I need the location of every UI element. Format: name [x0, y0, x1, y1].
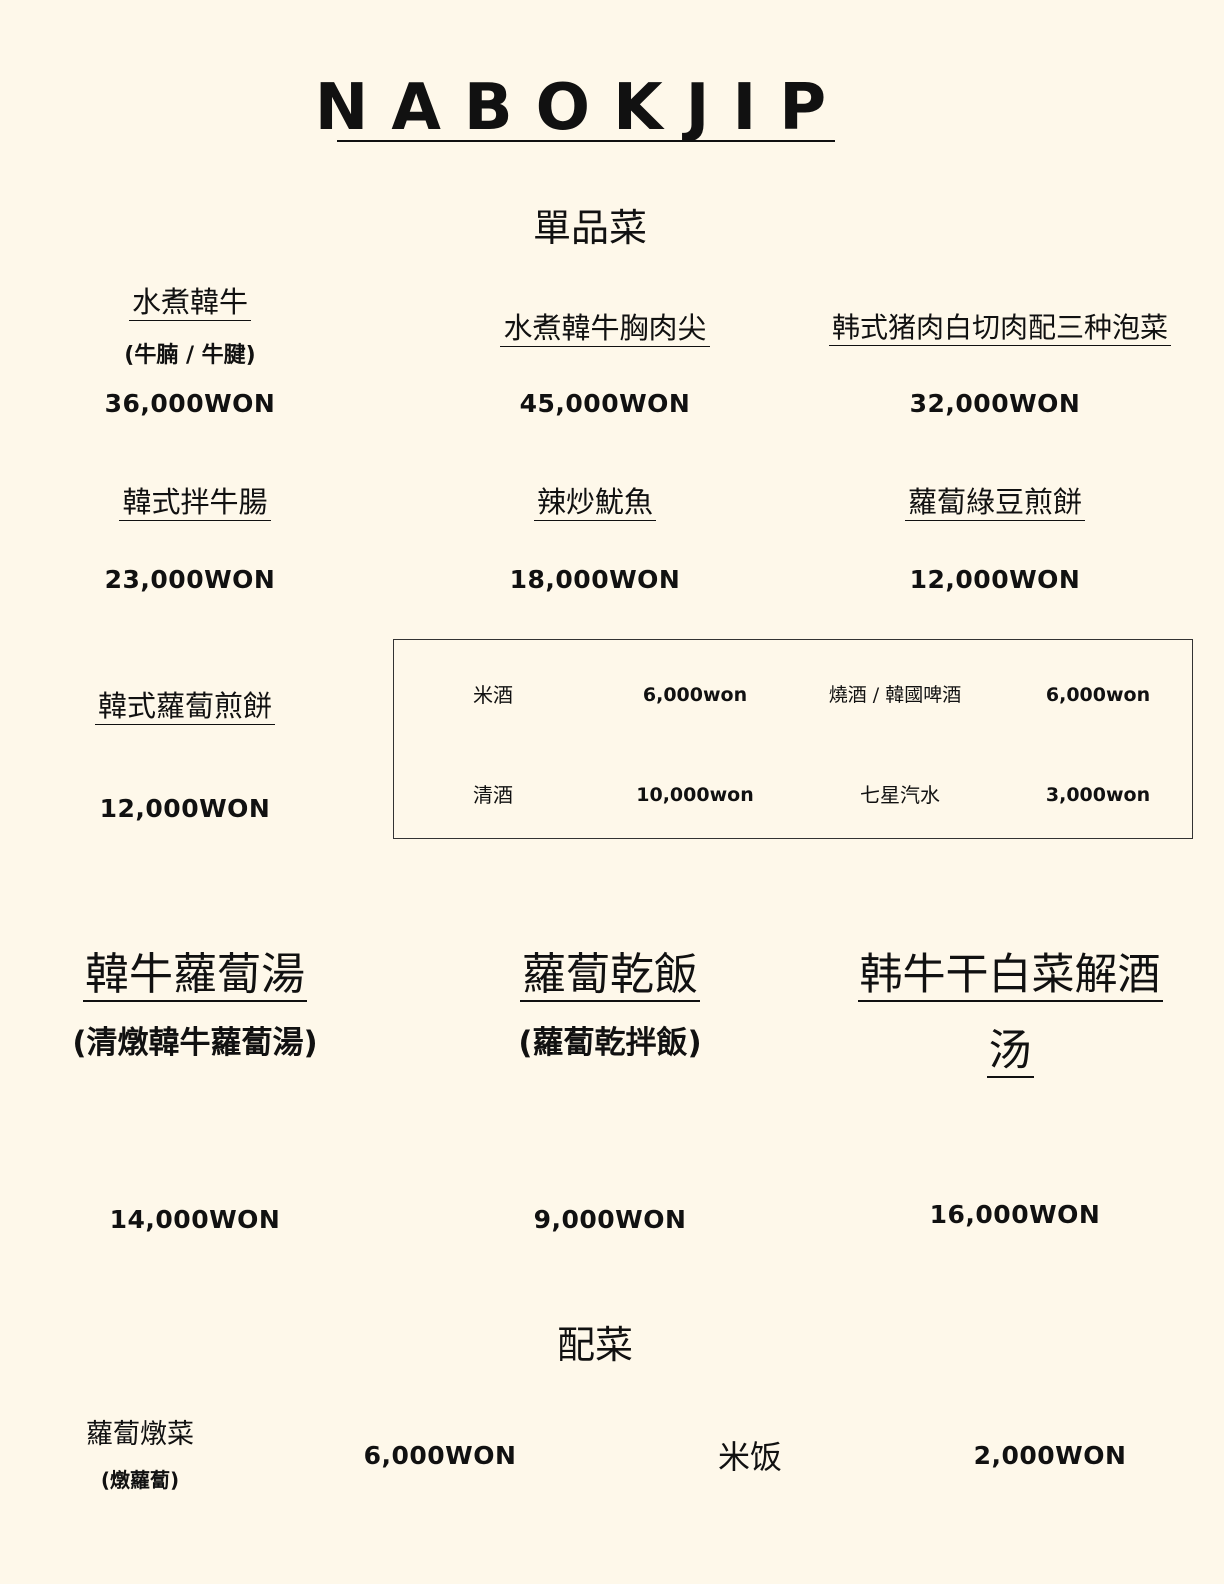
side-dish-subtitle: (燉蘿蔔): [100, 1468, 180, 1492]
menu-item-price: 14,000WON: [109, 1205, 281, 1234]
menu-item-name-continued: 汤: [986, 1026, 1034, 1078]
menu-item-name: 韓牛蘿蔔湯: [83, 949, 307, 1002]
menu-item-price: 45,000WON: [519, 389, 691, 418]
side-dish-price: 2,000WON: [973, 1441, 1127, 1470]
drink-price: 6,000won: [1045, 684, 1151, 706]
menu-item-name: 韩牛干白菜解酒: [857, 950, 1163, 1002]
menu-item-name: 韓式拌牛腸: [40, 484, 350, 521]
menu-item-name: 辣炒魷魚: [440, 484, 750, 521]
menu-item-price: 12,000WON: [909, 565, 1081, 594]
menu-item-price: 9,000WON: [533, 1205, 687, 1234]
drink-price: 3,000won: [1045, 784, 1151, 806]
menu-item-price: 18,000WON: [509, 565, 681, 594]
drink-name: 七星汽水: [860, 783, 940, 807]
menu-item-subtitle: (牛腩 / 牛腱): [124, 343, 256, 368]
title-underline: [337, 140, 835, 142]
menu-item-name: 韓式蘿蔔煎餅: [30, 688, 340, 725]
drink-price: 6,000won: [642, 684, 748, 706]
drinks-box: [393, 639, 1193, 839]
menu-item-name: 水煮韓牛: [40, 284, 340, 321]
section-heading-sides: 配菜: [556, 1323, 633, 1367]
side-dish-name: 米饭: [717, 1438, 782, 1476]
section-heading-singles: 單品菜: [532, 206, 647, 250]
menu-item-price: 12,000WON: [99, 794, 271, 823]
menu-item-name: 蘿蔔綠豆煎餅: [840, 484, 1150, 521]
menu-item-name: 水煮韓牛胸肉尖: [420, 310, 790, 347]
menu-item-price: 23,000WON: [104, 565, 276, 594]
menu-item-price: 16,000WON: [929, 1200, 1101, 1229]
side-dish-name: 蘿蔔燉菜: [86, 1419, 194, 1450]
drink-name: 清酒: [473, 783, 513, 807]
side-dish-price: 6,000WON: [363, 1441, 517, 1470]
menu-item-name: 蘿蔔乾飯: [520, 949, 700, 1002]
drink-price: 10,000won: [636, 784, 754, 806]
menu-item-name: 韩式猪肉白切肉配三种泡菜: [800, 310, 1200, 346]
drink-name: 燒酒 / 韓國啤酒: [828, 684, 962, 706]
menu-item-subtitle: (蘿蔔乾拌飯): [518, 1025, 702, 1061]
menu-item-price: 32,000WON: [909, 389, 1081, 418]
restaurant-title: NABOKJIP: [314, 71, 850, 145]
menu-item-price: 36,000WON: [104, 389, 276, 418]
menu-item-subtitle: (清燉韓牛蘿蔔湯): [72, 1025, 318, 1061]
drink-name: 米酒: [473, 683, 513, 707]
